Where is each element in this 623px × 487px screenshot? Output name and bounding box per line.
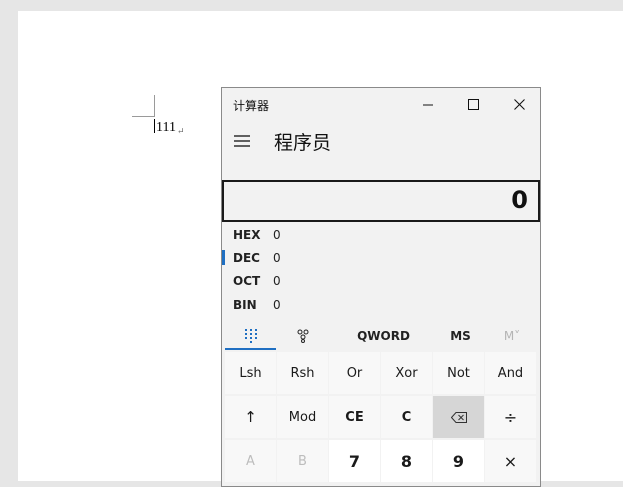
keypad-grid-icon <box>244 329 257 343</box>
hamburger-menu-icon <box>234 135 250 147</box>
document-text-line[interactable]: 111↵ <box>154 119 185 139</box>
text-cursor <box>154 119 155 133</box>
result-display[interactable]: 0 <box>222 180 540 222</box>
key-and[interactable]: And <box>485 352 536 394</box>
radix-label: BIN <box>233 298 257 312</box>
key-second-function[interactable]: ↑ <box>225 396 276 438</box>
key-7[interactable]: 7 <box>329 440 380 482</box>
keypad-mode-bar: QWORD MS M˅ <box>222 321 540 351</box>
key-clear-entry[interactable]: CE <box>329 396 380 438</box>
radix-row-hex[interactable]: HEX 0 <box>222 224 540 247</box>
navigation-menu-button[interactable] <box>232 132 252 150</box>
paragraph-mark-icon: ↵ <box>176 126 185 136</box>
minimize-button[interactable] <box>405 88 451 121</box>
key-9[interactable]: 9 <box>433 440 484 482</box>
calculator-window: 计算器 程序员 0 HEX 0 DEC 0 OCT 0 BIN 0 QWORD … <box>221 87 541 487</box>
close-button[interactable] <box>496 88 540 121</box>
margin-corner-mark <box>132 116 154 117</box>
radix-label: OCT <box>233 274 261 288</box>
key-divide[interactable]: ÷ <box>485 396 536 438</box>
maximize-button[interactable] <box>450 88 496 121</box>
key-not[interactable]: Not <box>433 352 484 394</box>
active-tab-indicator <box>225 348 276 350</box>
maximize-icon <box>467 99 479 110</box>
close-icon <box>513 99 525 110</box>
key-8[interactable]: 8 <box>381 440 432 482</box>
app-title: 计算器 <box>233 99 270 113</box>
backspace-icon <box>450 411 467 423</box>
radix-value: 0 <box>273 228 281 242</box>
word-size-button[interactable]: QWORD <box>346 321 421 351</box>
key-mod[interactable]: Mod <box>277 396 328 438</box>
radix-value: 0 <box>273 298 281 312</box>
key-hex-a[interactable]: A <box>225 440 276 482</box>
key-xor[interactable]: Xor <box>381 352 432 394</box>
tab-full-keypad[interactable] <box>225 321 276 351</box>
key-lsh[interactable]: Lsh <box>225 352 276 394</box>
radix-label: HEX <box>233 228 261 242</box>
bit-toggle-icon <box>297 329 308 343</box>
mode-title: 程序员 <box>274 132 332 154</box>
document-text: 111 <box>156 120 176 135</box>
memory-recall-button[interactable]: M˅ <box>488 321 536 351</box>
radix-row-bin[interactable]: BIN 0 <box>222 294 540 317</box>
radix-value: 0 <box>273 274 281 288</box>
minimize-icon <box>423 104 433 105</box>
radix-row-dec[interactable]: DEC 0 <box>222 247 540 270</box>
key-clear[interactable]: C <box>381 396 432 438</box>
radix-row-oct[interactable]: OCT 0 <box>222 270 540 293</box>
radix-value: 0 <box>273 251 281 265</box>
key-multiply[interactable]: × <box>485 440 536 482</box>
tab-bit-toggle-keypad[interactable] <box>277 321 328 351</box>
memory-store-button[interactable]: MS <box>435 321 486 351</box>
key-or[interactable]: Or <box>329 352 380 394</box>
margin-corner-mark <box>154 95 155 117</box>
key-backspace[interactable] <box>433 396 484 438</box>
radix-label: DEC <box>233 251 260 265</box>
display-value: 0 <box>511 186 528 214</box>
title-bar[interactable]: 计算器 <box>222 88 540 121</box>
key-rsh[interactable]: Rsh <box>277 352 328 394</box>
key-hex-b[interactable]: B <box>277 440 328 482</box>
selected-radix-indicator <box>222 250 225 265</box>
